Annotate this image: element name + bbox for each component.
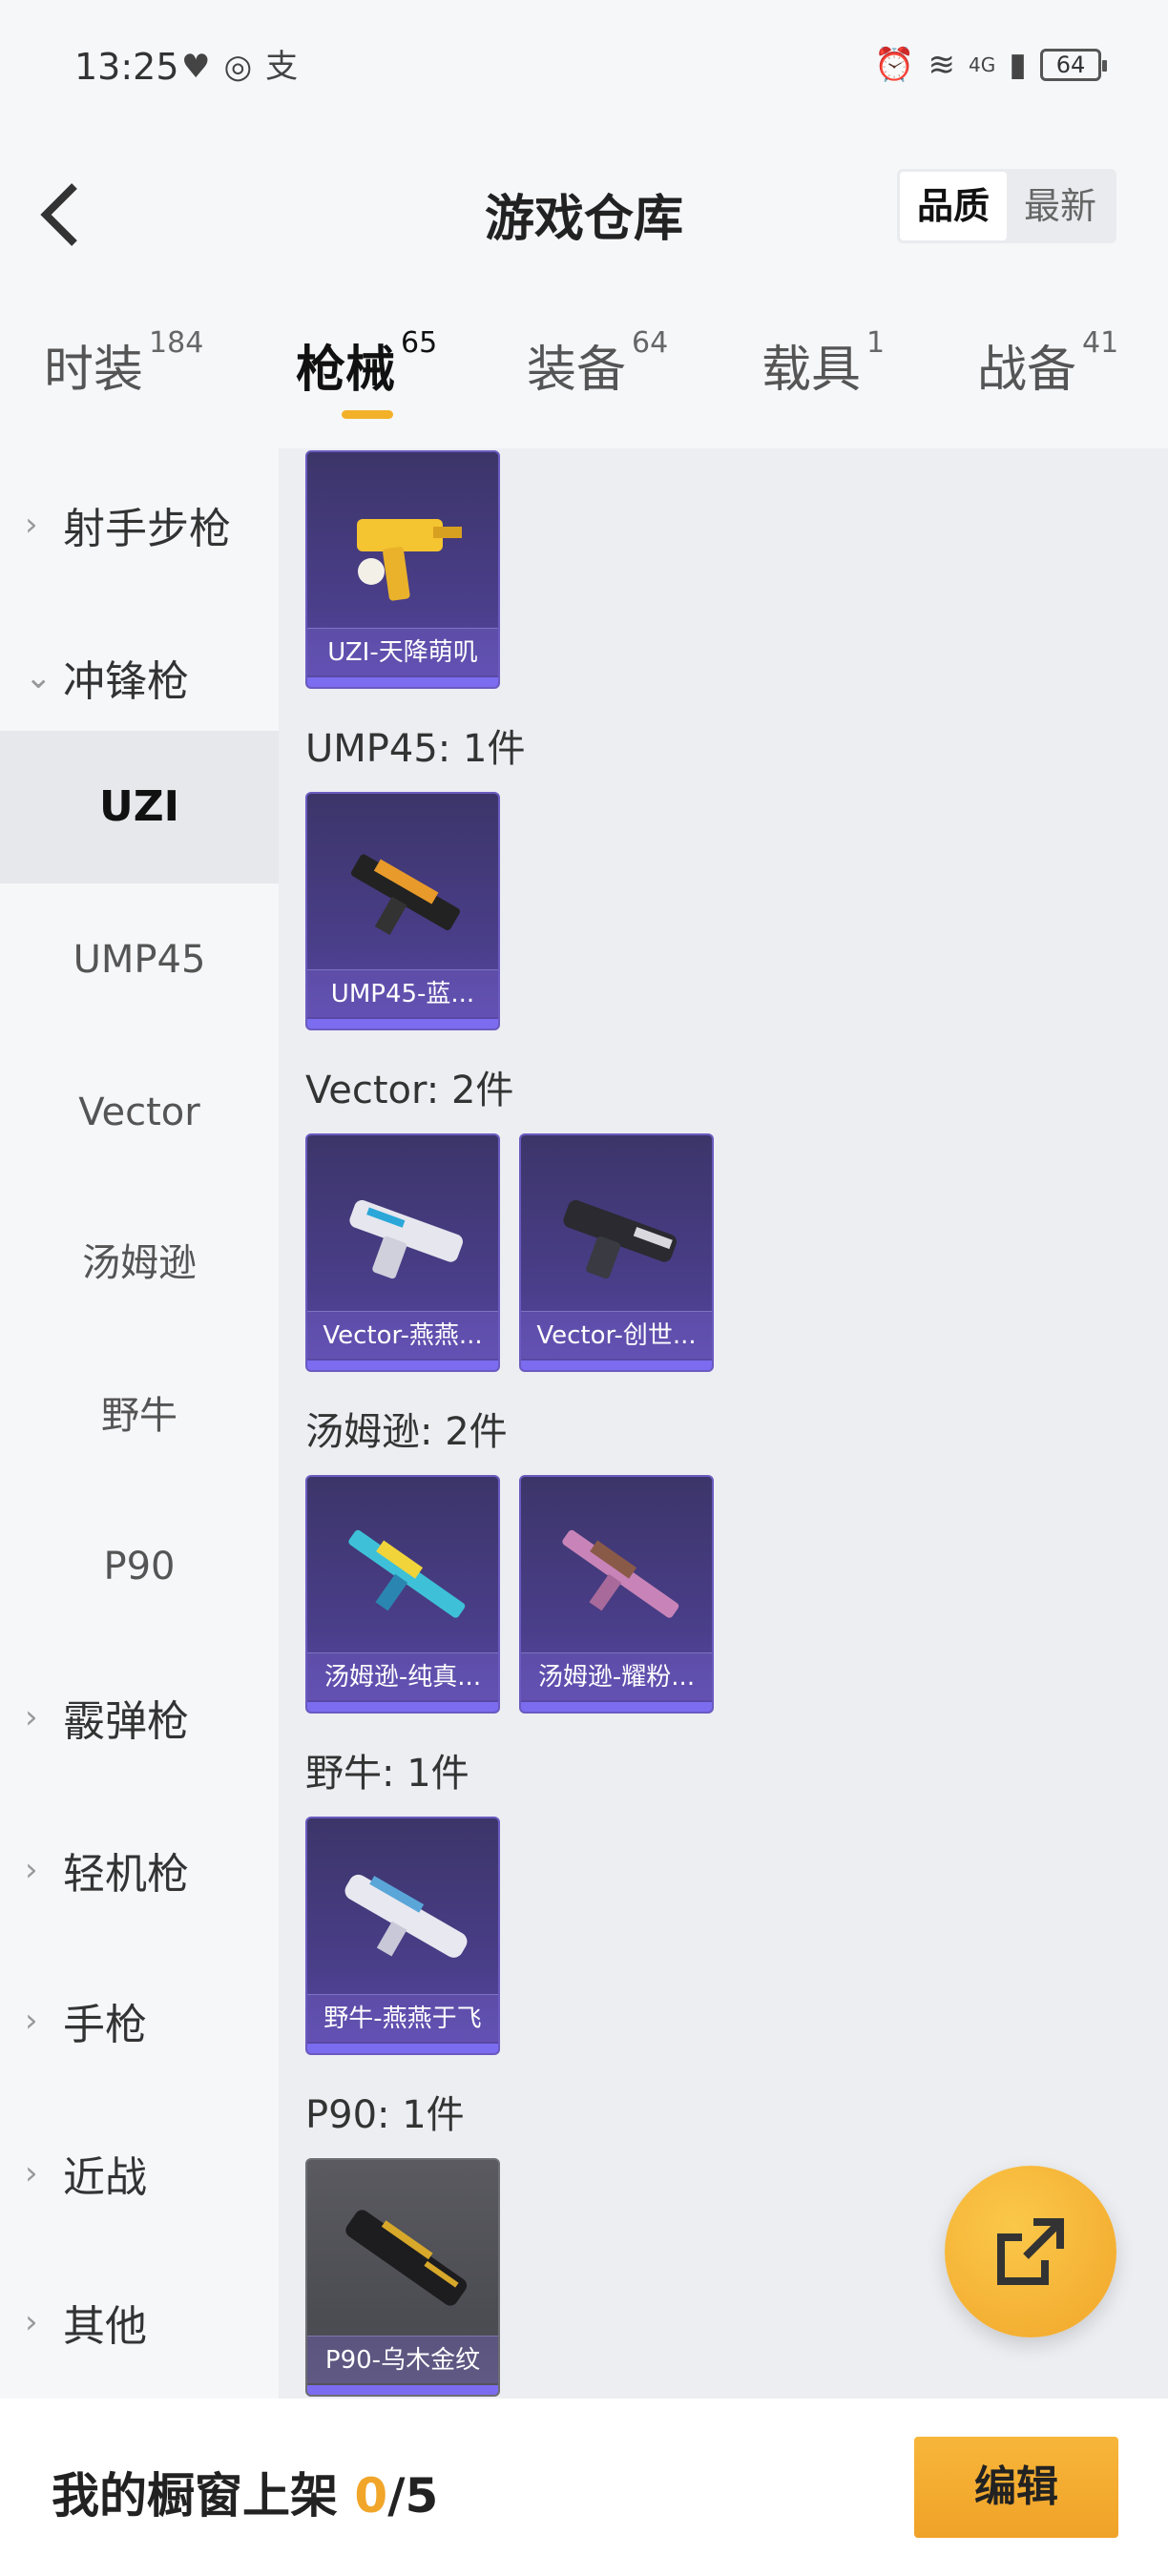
gun-vector-icon [563,1199,677,1279]
sidebar-item-rifle[interactable]: › 射手步枪 [0,448,279,601]
gun-vector-icon [349,1199,463,1279]
gun-thompson-icon [348,1529,466,1618]
item-card-label: 汤姆逊-纯真... [307,1652,498,1700]
gun-thompson-icon [562,1529,679,1618]
gun-p90-icon [345,2210,468,2306]
status-time: 13:25 [74,46,179,88]
sidebar-item-pistol[interactable]: › 手枪 [0,1944,279,2097]
section-title-thompson: 汤姆逊: 2件 [305,1410,508,1454]
item-card-vector-1[interactable]: Vector-燕燕... [305,1133,500,1372]
item-card-label: 汤姆逊-耀粉... [521,1652,712,1700]
edit-button[interactable]: 编辑 [914,2437,1118,2538]
section-title-p90: P90: 1件 [305,2093,465,2137]
item-card-label: UZI-天降萌叽 [307,628,498,675]
item-card-ump45[interactable]: UMP45-蓝... [305,792,500,1030]
chevron-right-icon: › [25,2154,38,2192]
bottom-bar: 我的橱窗上架 0/5 编辑 [0,2399,1168,2576]
wechat-icon: ◎ [223,48,253,86]
weapon-grid: UZI-天降萌叽 UMP45: 1件 UMP45-蓝... Vector: 2件… [279,448,1168,2399]
sort-newest-button[interactable]: 最新 [1007,172,1114,240]
tab-guns[interactable]: 枪械 65 [296,326,437,401]
header: 游戏仓库 品质 最新 [0,119,1168,291]
gun-uzi-icon [357,519,462,601]
item-card-label: Vector-燕燕... [307,1311,498,1359]
chevron-right-icon: › [25,1851,38,1889]
signal-icon: 4G [969,53,996,76]
sidebar-sub-p90[interactable]: P90 [0,1490,279,1643]
item-card-p90[interactable]: P90-乌木金纹 [305,2158,500,2397]
sidebar-item-other[interactable]: › 其他 [0,2246,279,2399]
share-icon [997,2218,1064,2285]
alarm-icon: ⏰ [874,46,915,84]
item-card-bizon[interactable]: 野牛-燕燕于飞 [305,1817,500,2055]
chevron-right-icon: › [25,2002,38,2040]
showcase-status: 我的橱窗上架 0/5 [52,2468,439,2524]
chevron-right-icon: › [25,506,38,544]
battery-icon: 64 [1040,49,1107,81]
wifi-icon: ≋ [928,46,956,84]
share-button[interactable] [945,2166,1116,2337]
sidebar-sub-uzi[interactable]: UZI [0,731,279,883]
item-card-thompson-2[interactable]: 汤姆逊-耀粉... [519,1475,714,1714]
tab-gear[interactable]: 战备 41 [977,326,1118,401]
sort-quality-button[interactable]: 品质 [900,172,1007,240]
category-tabs: 时装 184 枪械 65 装备 64 载具 1 战备 41 [0,291,1168,448]
chevron-right-icon: › [25,1698,38,1736]
gun-ump45-icon [351,854,460,935]
tab-vehicles[interactable]: 载具 1 [761,326,885,401]
sidebar-sub-vector[interactable]: Vector [0,1036,279,1189]
tab-equipment[interactable]: 装备 64 [527,326,668,401]
item-card-label: P90-乌木金纹 [307,2336,498,2383]
chevron-down-icon: ⌄ [25,658,52,696]
chevron-right-icon: › [25,2303,38,2341]
sidebar-sub-ump45[interactable]: UMP45 [0,883,279,1036]
section-title-vector: Vector: 2件 [305,1069,514,1112]
sort-toggle: 品质 最新 [897,169,1116,243]
item-card-vector-2[interactable]: Vector-创世... [519,1133,714,1372]
sidebar-sub-bizon[interactable]: 野牛 [0,1340,279,1492]
tab-fashion[interactable]: 时装 184 [44,326,203,401]
heart-icon: ♥ [181,48,211,86]
item-card-label: 野牛-燕燕于飞 [307,1994,498,2042]
weapon-sidebar: › 射手步枪 ⌄ 冲锋枪 UZI UMP45 Vector 汤姆逊 野牛 P90… [0,448,279,2399]
sidebar-item-shotgun[interactable]: › 霰弹枪 [0,1641,279,1794]
signal-bars-icon: ▮ [1009,46,1027,84]
active-tab-indicator [342,410,393,419]
sidebar-item-lmg[interactable]: › 轻机枪 [0,1794,279,1946]
status-bar: 13:25 ♥ ◎ 支 ⏰ ≋ 4G ▮ 64 [0,0,1168,119]
gun-bizon-icon [344,1874,468,1958]
item-card-label: UMP45-蓝... [307,969,498,1017]
alipay-icon: 支 [265,48,299,86]
section-title-ump45: UMP45: 1件 [305,727,526,771]
item-card-uzi[interactable]: UZI-天降萌叽 [305,450,500,689]
item-card-thompson-1[interactable]: 汤姆逊-纯真... [305,1475,500,1714]
item-card-label: Vector-创世... [521,1311,712,1359]
sidebar-sub-thompson[interactable]: 汤姆逊 [0,1187,279,1340]
sidebar-item-melee[interactable]: › 近战 [0,2097,279,2250]
section-title-bizon: 野牛: 1件 [305,1752,469,1796]
